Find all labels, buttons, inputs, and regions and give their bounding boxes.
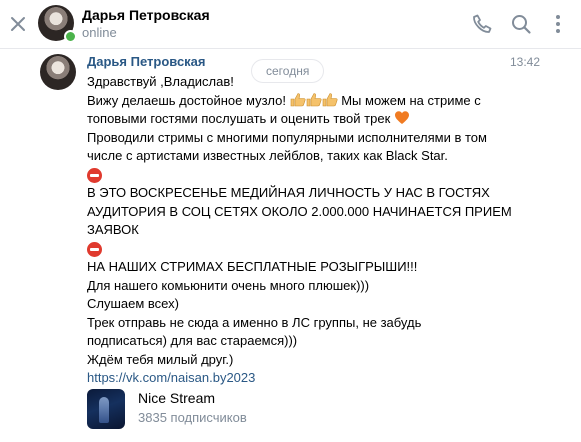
close-button[interactable]	[6, 12, 30, 36]
heart-icon	[394, 111, 409, 124]
more-icon	[556, 15, 560, 33]
message-line	[87, 240, 517, 259]
message-line: В ЭТО ВОСКРЕСЕНЬЕ МЕДИЙНАЯ ЛИЧНОСТЬ У НА…	[87, 185, 490, 200]
message-line: Проводили стримы с многими популярными и…	[87, 129, 487, 145]
contact-name[interactable]: Дарья Петровская	[82, 7, 210, 23]
message-avatar[interactable]	[40, 54, 76, 90]
group-thumbnail[interactable]	[87, 389, 125, 429]
message-line: Слушаем всех)	[87, 296, 179, 311]
message-line	[87, 166, 517, 185]
message-line-part: топовыми гостями послушать и оценить тво…	[87, 111, 391, 126]
message-line-part: Мы можем на стриме с	[341, 92, 481, 108]
message-time: 13:42	[510, 55, 541, 69]
call-button[interactable]	[470, 12, 494, 36]
message-text: Здравствуй ,Владислав! Вижу делаешь дост…	[87, 73, 517, 388]
message-line: Вижу делаешь достойное музло! Мы можем н…	[87, 92, 517, 111]
group-subscribers: 3835 подписчиков	[138, 410, 247, 425]
group-link[interactable]: https://vk.com/naisan.by2023	[87, 370, 255, 385]
message-line: Здравствуй ,Владислав!	[87, 74, 234, 89]
message-line: АУДИТОРИЯ В СОЦ СЕТЯХ ОКОЛО 2.000.000 НА…	[87, 203, 512, 219]
message-line: Ждём тебя милый друг.)	[87, 351, 234, 367]
message-line: Трек отправь не сюда а именно в ЛС групп…	[87, 314, 422, 330]
more-button[interactable]	[546, 12, 570, 36]
stop-sign-icon	[87, 241, 102, 257]
contact-status: online	[82, 25, 117, 40]
thumbs-up-icon	[322, 92, 338, 106]
message-line: https://vk.com/naisan.by2023	[87, 369, 517, 388]
close-icon	[11, 17, 25, 31]
group-attachment[interactable]: Nice Stream 3835 подписчиков	[87, 389, 387, 439]
phone-icon	[473, 14, 492, 33]
search-icon	[512, 15, 531, 34]
stop-sign-icon	[87, 167, 102, 183]
message-line-part: Вижу делаешь достойное музло!	[87, 92, 286, 108]
message-line: подписаться) для вас стараемся)))	[87, 333, 298, 348]
message-line: топовыми гостями послушать и оценить тво…	[87, 110, 517, 129]
search-button[interactable]	[509, 12, 533, 36]
group-name[interactable]: Nice Stream	[138, 390, 215, 406]
message-line: НА НАШИХ СТРИМАХ БЕСПЛАТНЫЕ РОЗЫГРЫШИ!!!	[87, 259, 418, 274]
message-line: Для нашего комьюнити очень много плюшек)…	[87, 277, 370, 293]
message-line: числе с артистами известных лейблов, так…	[87, 148, 448, 163]
message-author[interactable]: Дарья Петровская	[87, 54, 206, 69]
message-line: ЗАЯВОК	[87, 222, 139, 237]
chat-header: Дарья Петровская online	[0, 0, 581, 49]
thumbs-up-icon	[290, 92, 306, 106]
online-indicator	[64, 30, 77, 43]
thumbs-up-icon	[306, 92, 322, 106]
